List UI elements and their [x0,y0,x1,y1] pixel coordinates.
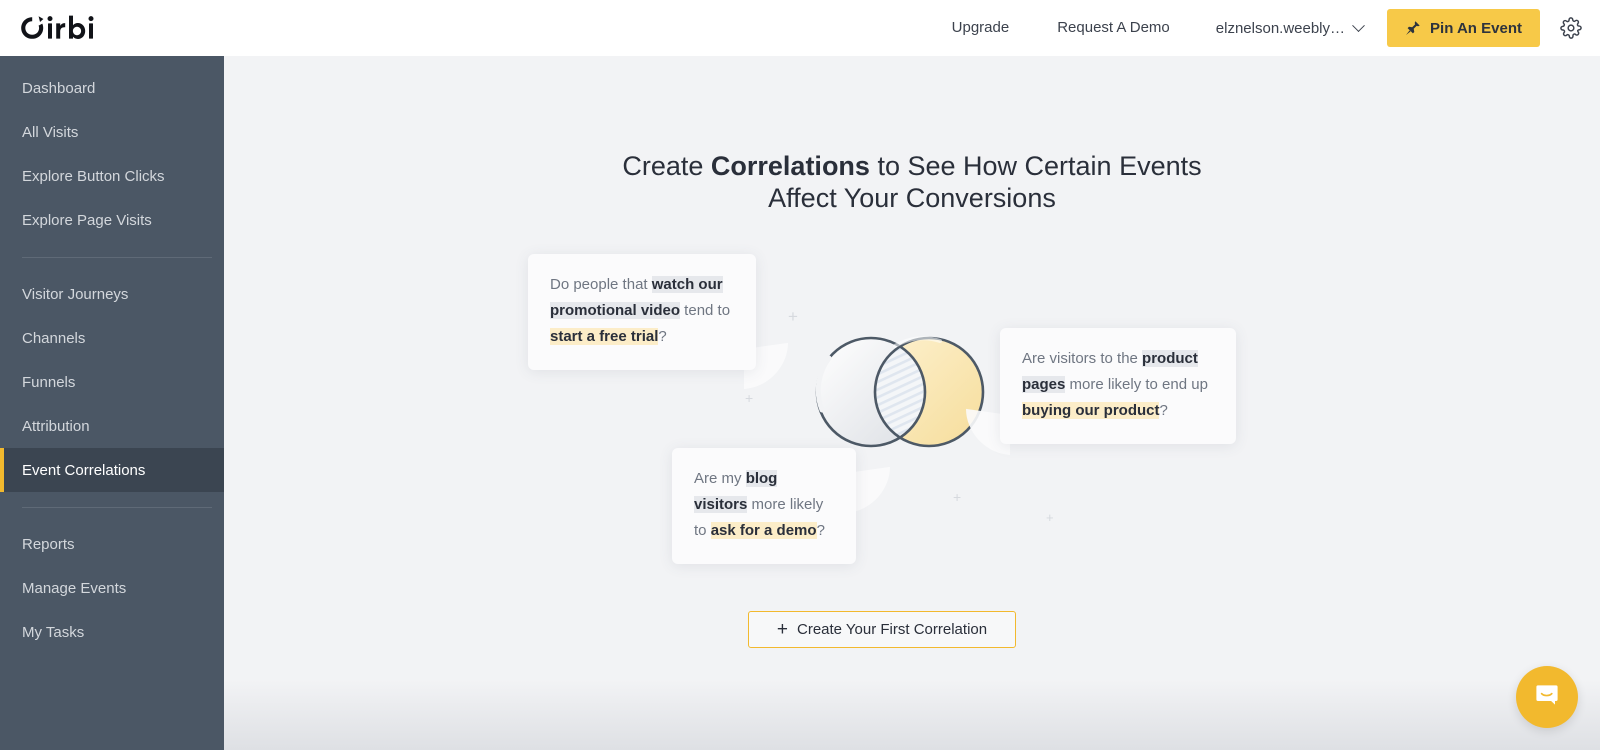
nav-request-a-demo[interactable]: Request A Demo [1033,0,1194,56]
sidebar-item-visitor-journeys[interactable]: Visitor Journeys [0,272,224,316]
bubble-product-pages: Are visitors to the product pages more l… [1000,328,1236,444]
sidebar-item-manage-events[interactable]: Manage Events [0,566,224,610]
plus-decoration-icon: + [1046,510,1054,525]
sidebar-item-label: Reports [22,535,75,553]
create-first-correlation-button[interactable]: + Create Your First Correlation [748,611,1016,648]
sidebar-item-label: Explore Button Clicks [22,167,165,185]
pin-an-event-button[interactable]: Pin An Event [1387,9,1540,47]
pushpin-icon [1405,20,1421,36]
sidebar-item-label: My Tasks [22,623,85,641]
bubble-text-plain: tend to [680,302,731,319]
bubble-highlight-yellow: buying our product [1022,402,1160,419]
bubble-text-plain: Are my [694,470,746,487]
bubble-text-plain: ? [1159,402,1168,419]
sidebar-item-explore-button-clicks[interactable]: Explore Button Clicks [0,154,224,198]
header-actions: Upgrade Request A Demo elznelson.weebly…… [928,0,1600,56]
bubble-promotional-video: Do people that watch our promotional vid… [528,254,756,370]
sidebar-item-attribution[interactable]: Attribution [0,404,224,448]
top-header: Upgrade Request A Demo elznelson.weebly…… [0,0,1600,56]
headline-line-2: Affect Your Conversions [768,183,1056,214]
sidebar-item-all-visits[interactable]: All Visits [0,110,224,154]
sidebar-group-3: Reports Manage Events My Tasks [0,522,224,654]
sidebar-item-label: Channels [22,329,86,347]
sidebar-item-my-tasks[interactable]: My Tasks [0,610,224,654]
sidebar-item-label: Event Correlations [22,461,146,479]
bubble-highlight-yellow: ask for a demo [710,522,817,539]
account-label: elznelson.weebly… [1215,19,1346,37]
chat-launcher-button[interactable] [1516,666,1578,728]
plus-icon: + [776,619,788,640]
sidebar-divider [22,507,212,508]
bubble-text-plain: Do people that [550,276,652,293]
main-content: Create Correlations to See How Certain E… [224,56,1600,750]
bubble-highlight-yellow: start a free trial [550,328,659,345]
sidebar-item-label: Manage Events [22,579,127,597]
sidebar-item-label: Dashboard [22,79,96,97]
oribi-logo[interactable] [18,0,106,56]
sidebar-divider [22,257,212,258]
chevron-down-icon [1352,18,1365,32]
account-dropdown[interactable]: elznelson.weebly… [1194,18,1379,37]
sidebar-navigation: Dashboard All Visits Explore Button Clic… [0,56,224,750]
plus-decoration-icon: + [953,489,962,505]
sidebar-item-label: Explore Page Visits [22,211,152,229]
create-first-correlation-label: Create Your First Correlation [797,621,988,638]
headline-bold-correlations: Correlations [710,151,870,181]
chat-bubble-icon [1532,680,1562,715]
sidebar-item-channels[interactable]: Channels [0,316,224,360]
headline-part-1: Create [622,151,711,181]
sidebar-item-funnels[interactable]: Funnels [0,360,224,404]
sidebar-item-explore-page-visits[interactable]: Explore Page Visits [0,198,224,242]
sidebar-item-label: Funnels [22,373,76,391]
bubble-text-plain: Are visitors to the [1022,350,1143,367]
sidebar-item-reports[interactable]: Reports [0,522,224,566]
bubble-text-plain: more likely to end up [1065,376,1208,393]
headline-part-2: to See How Certain Events [869,151,1202,181]
bubble-text-plain: ? [658,328,667,345]
sidebar-item-label: All Visits [22,123,79,141]
bubble-blog-visitors: Are my blog visitors more likely to ask … [672,448,856,564]
nav-upgrade[interactable]: Upgrade [928,0,1034,56]
pin-an-event-label: Pin An Event [1430,19,1522,37]
gear-icon[interactable] [1560,17,1582,39]
bubble-text-plain: ? [816,522,825,539]
sidebar-item-dashboard[interactable]: Dashboard [0,66,224,110]
sidebar-item-label: Attribution [22,417,90,435]
sidebar-group-1: Dashboard All Visits Explore Button Clic… [0,66,224,242]
sidebar-group-2: Visitor Journeys Channels Funnels Attrib… [0,272,224,492]
page-title: Create Correlations to See How Certain E… [224,150,1600,215]
sidebar-item-label: Visitor Journeys [22,285,129,303]
sidebar-item-event-correlations[interactable]: Event Correlations [0,448,224,492]
plus-decoration-icon: + [745,390,754,406]
